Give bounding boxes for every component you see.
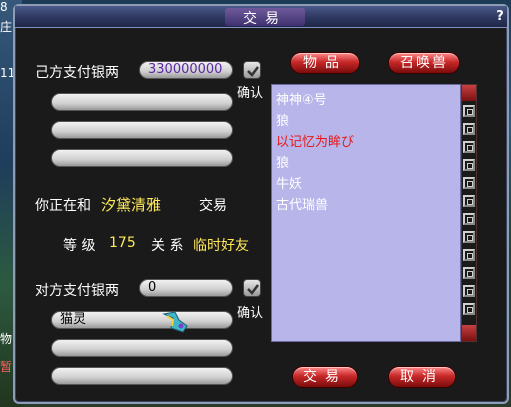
my-payment-input[interactable]: 330000000 [139,61,233,79]
trade-dialog: 交易 ? 己方支付银两 330000000 确认 你正在和 汐黛清雅 交易 等 … [13,4,509,404]
scroll-pattern-icon [463,231,475,243]
partner-level: 175 [109,235,136,251]
items-tab-button[interactable]: 物品 [290,52,360,74]
trading-suffix: 交易 [199,198,227,214]
cancel-button[interactable]: 取消 [388,366,456,388]
item-list[interactable]: 神神④号 狼 以记忆为眸び 狼 牛妖 古代瑞兽 [271,84,461,342]
their-item-slot-3 [51,367,233,385]
their-item-slot-2 [51,339,233,357]
my-item-slot-1[interactable] [51,93,233,111]
scroll-pattern-icon [463,177,475,189]
list-item[interactable]: 神神④号 [276,89,327,108]
their-payment-label: 对方支付银两 [35,283,119,299]
help-icon[interactable]: ? [493,10,507,24]
bg-fragment: 暂 [0,360,13,374]
list-item[interactable]: 牛妖 [276,173,302,192]
trading-with-prefix: 你正在和 [35,198,91,214]
trade-button[interactable]: 交易 [292,366,358,388]
my-payment-label: 己方支付银两 [35,65,119,81]
cat-spirit-pet-icon [162,311,188,333]
scroll-pattern-icon [463,285,475,297]
level-label: 等 级 [63,238,96,254]
scroll-down-arrow-icon[interactable] [462,325,476,341]
scroll-pattern-icon [463,159,475,171]
scroll-pattern-icon [463,195,475,207]
scroll-up-arrow-icon[interactable] [462,85,476,101]
their-item-slot-1[interactable]: 猫灵 [51,311,233,329]
scroll-pattern-icon [463,249,475,261]
list-item[interactable]: 古代瑞兽 [276,194,328,213]
relation-label: 关 系 [151,238,184,254]
summons-tab-button[interactable]: 召唤兽 [388,52,460,74]
dialog-title: 交易 [225,8,305,27]
their-confirm-checkbox [243,279,261,297]
list-item[interactable]: 狼 [276,152,289,171]
my-confirm-label: 确认 [237,86,264,101]
checkmark-icon [247,284,259,295]
title-bar[interactable]: 交易 ? [15,6,507,28]
my-confirm-checkbox[interactable] [243,61,261,79]
scroll-pattern-icon [463,123,475,135]
my-item-slot-3[interactable] [51,149,233,167]
scroll-pattern-icon [463,267,475,279]
partner-name: 汐黛清雅 [101,196,162,214]
partner-relation: 临时好友 [193,238,249,254]
list-item-selected[interactable]: 以记忆为眸び [276,131,354,150]
their-payment-input: 0 [139,279,233,297]
scroll-pattern-icon [463,141,475,153]
checkmark-icon [247,66,259,77]
bg-fragment: 庄 [0,20,13,34]
my-item-slot-2[interactable] [51,121,233,139]
list-item[interactable]: 狼 [276,110,289,129]
bg-fragment: 8 [0,0,8,14]
scroll-pattern-icon [463,105,475,117]
scroll-pattern-icon [463,303,475,315]
their-confirm-label: 确认 [237,306,264,321]
scroll-pattern-icon [463,213,475,225]
item-list-scrollbar[interactable] [461,84,477,342]
